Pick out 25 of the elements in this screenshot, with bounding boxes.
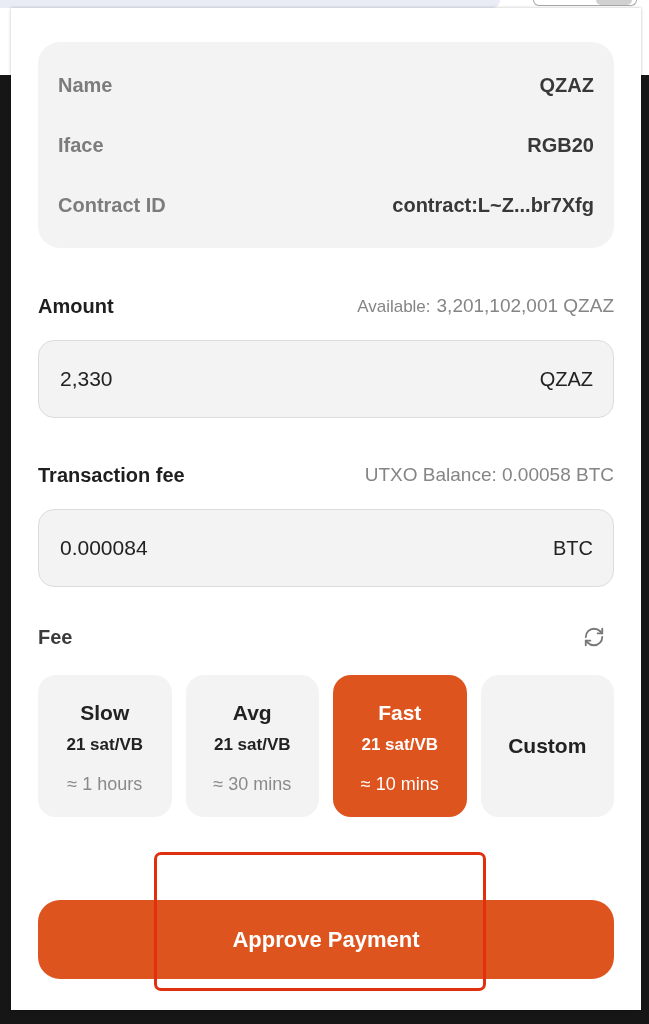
fee-option-button[interactable]: Fast 21 sat/VB ≈ 10 mins <box>333 675 467 817</box>
fee-input[interactable]: 0.000084 <box>60 536 553 560</box>
refresh-icon[interactable] <box>582 625 606 649</box>
info-label: Contract ID <box>58 193 166 217</box>
approve-payment-button[interactable]: Approve Payment <box>38 900 614 979</box>
amount-field[interactable]: 2,330 QZAZ <box>38 340 614 418</box>
info-value: RGB20 <box>527 133 594 157</box>
field-label: Amount <box>38 294 114 318</box>
fee-option-button[interactable]: Avg 21 sat/VB ≈ 30 mins <box>185 675 319 817</box>
unit-label: BTC <box>553 536 593 560</box>
field-label: Transaction fee <box>38 463 185 487</box>
info-value: contract:L~Z...br7Xfg <box>392 193 594 217</box>
fee-option-button[interactable]: Slow 21 sat/VB ≈ 1 hours <box>38 675 172 817</box>
field-label: Fee <box>38 625 73 649</box>
info-label: Name <box>58 73 113 97</box>
info-label: Iface <box>58 133 104 157</box>
fee-field[interactable]: 0.000084 BTC <box>38 509 614 587</box>
amount-input[interactable]: 2,330 <box>60 367 540 391</box>
available-amount: 3,201,102,001 QZAZ <box>436 295 614 317</box>
available-label: Available: <box>357 297 431 317</box>
unit-label: QZAZ <box>539 367 593 391</box>
address-bar[interactable] <box>0 0 500 8</box>
info-value: QZAZ <box>539 73 594 97</box>
fee-option-button[interactable]: Custom <box>480 675 614 817</box>
utxo-balance: UTXO Balance: 0.00058 BTC <box>364 464 614 486</box>
